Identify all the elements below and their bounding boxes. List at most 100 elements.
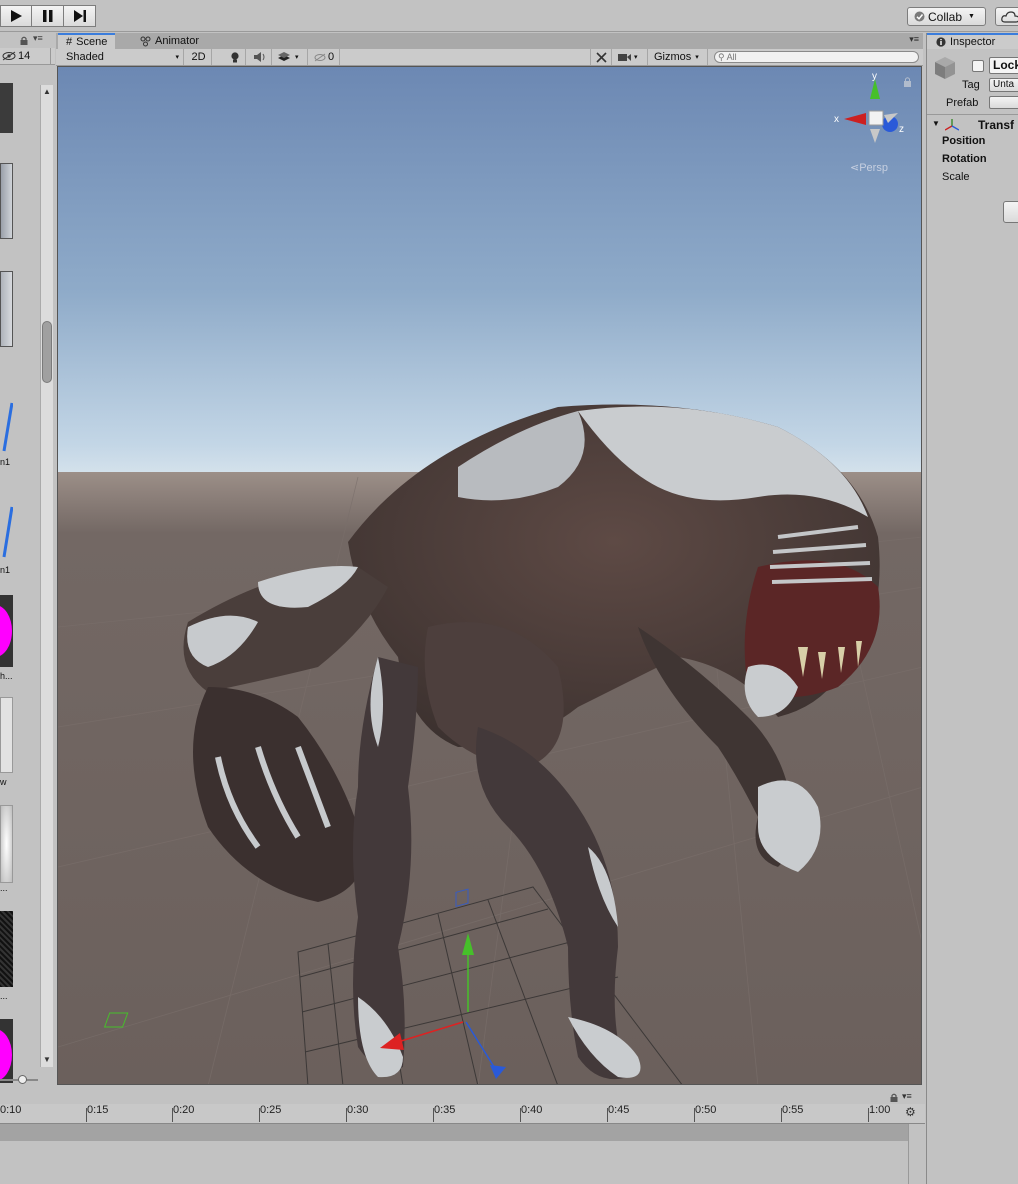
tab-inspector-label: Inspector bbox=[950, 36, 996, 48]
asset-thumb[interactable] bbox=[0, 1019, 13, 1083]
asset-thumb[interactable] bbox=[0, 911, 13, 987]
sky bbox=[58, 67, 921, 477]
project-scrollbar[interactable]: ▲ ▼ bbox=[40, 85, 53, 1067]
foldout-arrow-icon[interactable]: ▼ bbox=[932, 119, 940, 128]
animator-icon bbox=[140, 36, 151, 46]
time-tick: 0:45 bbox=[606, 1104, 630, 1122]
thumbnail-size-slider[interactable] bbox=[0, 1075, 40, 1084]
time-tick: 0:15 bbox=[85, 1104, 109, 1122]
check-icon bbox=[914, 11, 925, 22]
scene-search-input[interactable]: ⚲ All bbox=[714, 51, 919, 63]
position-label: Position bbox=[942, 135, 986, 147]
project-panel-header: ▾≡ bbox=[0, 33, 55, 48]
shading-dropdown[interactable]: Shaded ▾ bbox=[62, 49, 184, 65]
asset-thumb[interactable] bbox=[0, 83, 13, 133]
pause-icon bbox=[42, 10, 52, 22]
step-icon bbox=[73, 10, 86, 22]
time-tick: 0:50 bbox=[693, 1104, 717, 1122]
lighting-toggle[interactable] bbox=[224, 49, 246, 65]
timeline-scrollbar[interactable] bbox=[908, 1124, 925, 1184]
collab-label: Collab bbox=[928, 9, 963, 24]
axis-y-label: y bbox=[872, 71, 877, 82]
asset-label: w bbox=[0, 777, 7, 787]
projection-text: Persp bbox=[859, 162, 888, 174]
time-tick: 0:30 bbox=[345, 1104, 369, 1122]
toggle-2d-button[interactable]: 2D bbox=[186, 49, 212, 65]
asset-label: n1 bbox=[0, 565, 11, 575]
tag-dropdown[interactable]: Unta bbox=[989, 78, 1018, 92]
time-tick: 0:40 bbox=[519, 1104, 543, 1122]
camera-dropdown[interactable]: ▾ bbox=[614, 49, 648, 65]
main-toolbar: Collab ▼ bbox=[0, 0, 1018, 32]
name-field[interactable]: Lock bbox=[989, 57, 1018, 74]
prefab-select-button[interactable] bbox=[989, 96, 1018, 109]
project-panel-bar: 14 bbox=[0, 48, 55, 65]
cloud-icon bbox=[1001, 11, 1018, 23]
chevron-down-icon: ▼ bbox=[968, 13, 975, 20]
hidden-objects-toggle[interactable]: 0 bbox=[310, 49, 340, 65]
timeline-ruler[interactable]: 0:10 0:15 0:20 0:25 0:30 0:35 0:40 0:45 … bbox=[0, 1104, 925, 1124]
asset-thumb[interactable] bbox=[0, 503, 13, 561]
add-component-button[interactable] bbox=[1003, 201, 1018, 223]
tab-inspector[interactable]: Inspector bbox=[927, 33, 1018, 49]
chevron-down-icon: ▾ bbox=[695, 54, 699, 61]
asset-list: n1 n1 h... w ... ... bbox=[0, 83, 40, 1083]
project-panel: ▾≡ 14 n1 n1 h... w ... ... ▲ ▼ bbox=[0, 33, 55, 1085]
tools-button[interactable] bbox=[590, 49, 612, 65]
lightbulb-icon bbox=[230, 51, 239, 62]
pause-button[interactable] bbox=[32, 5, 64, 27]
tag-value: Unta bbox=[993, 79, 1015, 90]
prefab-label: Prefab bbox=[946, 97, 979, 109]
scroll-down-icon[interactable]: ▼ bbox=[43, 1055, 51, 1064]
time-tick: 0:55 bbox=[780, 1104, 804, 1122]
scene-toolbar: Shaded ▾ 2D ▾ 0 ▾ Gizmos ▾ ⚲ All bbox=[56, 49, 923, 66]
name-value: Lock bbox=[993, 58, 1018, 72]
scene-render: y x z bbox=[58, 67, 921, 1084]
asset-thumb[interactable] bbox=[0, 805, 13, 883]
axis-x-label: x bbox=[834, 114, 839, 125]
tab-animator[interactable]: Animator bbox=[132, 33, 207, 49]
gizmos-label: Gizmos bbox=[654, 51, 692, 63]
time-tick: 1:00 bbox=[867, 1104, 891, 1122]
step-button[interactable] bbox=[64, 5, 96, 27]
gizmos-dropdown[interactable]: Gizmos ▾ bbox=[650, 49, 708, 65]
gear-icon[interactable]: ⚙ bbox=[905, 1105, 916, 1119]
effects-icon bbox=[278, 52, 290, 61]
hidden-eye-icon[interactable] bbox=[2, 51, 16, 61]
rotation-label: Rotation bbox=[942, 153, 987, 165]
scroll-thumb[interactable] bbox=[42, 321, 52, 383]
hidden-count: 14 bbox=[18, 50, 31, 62]
asset-thumb[interactable] bbox=[0, 271, 13, 347]
playback-controls bbox=[0, 5, 96, 27]
time-tick: 0:10 bbox=[0, 1104, 22, 1116]
lock-icon[interactable] bbox=[19, 36, 29, 46]
lock-icon[interactable] bbox=[889, 1093, 899, 1103]
grid-icon: # bbox=[66, 36, 73, 48]
asset-thumb[interactable] bbox=[0, 399, 13, 455]
panel-menu-icon[interactable]: ▾≡ bbox=[33, 33, 43, 44]
scene-viewport[interactable]: y x z ⋖Persp bbox=[57, 66, 922, 1085]
asset-thumb[interactable] bbox=[0, 163, 13, 239]
cloud-button[interactable] bbox=[995, 7, 1018, 26]
panel-menu-icon[interactable]: ▾≡ bbox=[902, 1091, 912, 1102]
tab-scene-label: Scene bbox=[76, 36, 108, 48]
play-button[interactable] bbox=[0, 5, 32, 27]
panel-menu-icon[interactable]: ▾≡ bbox=[909, 34, 919, 45]
scroll-up-icon[interactable]: ▲ bbox=[43, 87, 51, 96]
scale-label: Scale bbox=[942, 171, 970, 183]
projection-label[interactable]: ⋖Persp bbox=[850, 161, 888, 174]
asset-thumb[interactable] bbox=[0, 697, 13, 773]
collab-button[interactable]: Collab ▼ bbox=[907, 7, 986, 26]
audio-toggle[interactable] bbox=[248, 49, 272, 65]
tab-animator-label: Animator bbox=[155, 35, 200, 47]
timeline-track[interactable] bbox=[0, 1124, 908, 1141]
tab-scene[interactable]: # Scene bbox=[58, 33, 116, 49]
search-icon: ⚲ bbox=[718, 51, 725, 62]
timeline-header: ▾≡ bbox=[0, 1086, 925, 1104]
info-icon bbox=[936, 37, 946, 47]
toggle-2d-label: 2D bbox=[191, 51, 206, 63]
shading-value: Shaded bbox=[66, 51, 104, 63]
active-checkbox[interactable] bbox=[972, 60, 984, 72]
asset-thumb[interactable] bbox=[0, 595, 13, 667]
effects-dropdown[interactable]: ▾ bbox=[274, 49, 308, 65]
